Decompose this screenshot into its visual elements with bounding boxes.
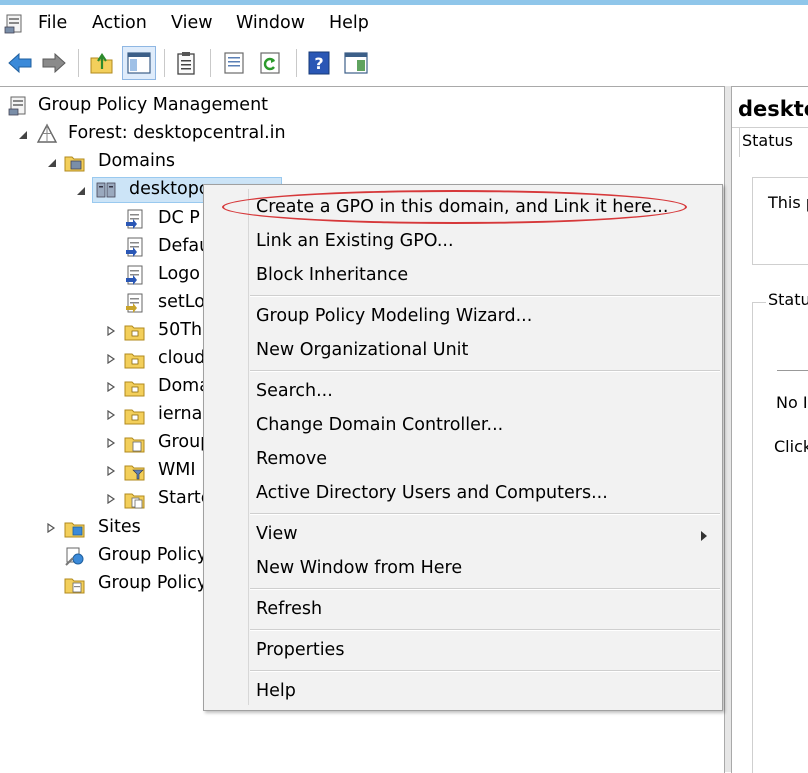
submenu-arrow-icon bbox=[701, 531, 707, 541]
menu-item-properties[interactable]: Properties bbox=[256, 640, 344, 660]
gpo-link-icon bbox=[126, 265, 143, 285]
tree-node-label: 50Th bbox=[158, 320, 203, 340]
tab-status-label: Status bbox=[742, 131, 793, 150]
menu-help[interactable]: Help bbox=[329, 13, 369, 33]
tree-node-label: Group Policy bbox=[98, 573, 208, 593]
export-list-icon[interactable] bbox=[220, 49, 248, 77]
tree-node-label: Logo bbox=[158, 264, 200, 284]
toolbar-separator bbox=[210, 49, 211, 77]
menu-separator-highlight bbox=[250, 630, 720, 631]
tree-node-label: Forest: desktopcentral.in bbox=[68, 123, 286, 143]
menu-separator-highlight bbox=[250, 589, 720, 590]
svg-text:?: ? bbox=[314, 54, 323, 73]
menu-item-change-dc[interactable]: Change Domain Controller... bbox=[256, 415, 503, 435]
forest-icon bbox=[36, 123, 58, 143]
collapse-triangle-icon[interactable] bbox=[47, 158, 57, 168]
gp-modeling-icon bbox=[65, 547, 84, 566]
toolbar-separator bbox=[296, 49, 297, 77]
status-divider bbox=[777, 370, 808, 371]
ou-folder-icon bbox=[124, 409, 145, 425]
toolbar-separator bbox=[164, 49, 165, 77]
sites-folder-icon bbox=[64, 522, 85, 538]
menu-item-new-window[interactable]: New Window from Here bbox=[256, 558, 462, 578]
menu-file[interactable]: File bbox=[38, 13, 67, 33]
expand-triangle-icon[interactable] bbox=[106, 494, 116, 504]
menu-item-view[interactable]: View bbox=[256, 524, 298, 544]
status-line-1: No I bbox=[776, 393, 808, 412]
menu-separator-highlight bbox=[250, 514, 720, 515]
menu-item-new-ou[interactable]: New Organizational Unit bbox=[256, 340, 468, 360]
show-hide-tree-icon[interactable] bbox=[125, 49, 153, 77]
info-text: This p bbox=[768, 193, 808, 212]
gpo-link-icon bbox=[126, 209, 143, 229]
ou-folder-icon bbox=[124, 353, 145, 369]
domains-folder-icon bbox=[64, 156, 85, 172]
tree-node-label: iernal bbox=[158, 404, 208, 424]
expand-triangle-icon[interactable] bbox=[106, 382, 116, 392]
gpm-root-icon bbox=[8, 96, 26, 116]
details-panel: deskto Status This p Status No I Click bbox=[731, 86, 808, 773]
menu-separator-highlight bbox=[250, 371, 720, 372]
tree-node-label: DC P bbox=[158, 208, 200, 228]
gpo-link-icon bbox=[126, 293, 143, 313]
info-box bbox=[752, 177, 808, 265]
status-group bbox=[752, 302, 808, 773]
tree-node-label: Domains bbox=[98, 151, 176, 171]
back-arrow-icon[interactable] bbox=[6, 49, 34, 77]
starter-gpo-folder-icon bbox=[124, 493, 145, 509]
menu-separator-highlight bbox=[250, 296, 720, 297]
status-line-2: Click bbox=[774, 437, 808, 456]
toolbar-separator bbox=[78, 49, 79, 77]
menu-bar: File Action View Window Help bbox=[0, 5, 808, 41]
menu-view[interactable]: View bbox=[171, 13, 213, 33]
domain-icon bbox=[96, 182, 116, 198]
annotation-highlight-ellipse bbox=[222, 190, 687, 224]
tree-node-label: WMI bbox=[158, 460, 196, 480]
gpm-app-icon bbox=[4, 14, 22, 34]
menu-item-aduc[interactable]: Active Directory Users and Computers... bbox=[256, 483, 608, 503]
expand-triangle-icon[interactable] bbox=[106, 410, 116, 420]
menu-item-search[interactable]: Search... bbox=[256, 381, 333, 401]
properties-icon[interactable] bbox=[342, 49, 370, 77]
refresh-icon[interactable] bbox=[256, 49, 284, 77]
expand-triangle-icon[interactable] bbox=[106, 326, 116, 336]
menu-action[interactable]: Action bbox=[92, 13, 147, 33]
collapse-triangle-icon[interactable] bbox=[18, 130, 28, 140]
menu-item-block-inheritance[interactable]: Block Inheritance bbox=[256, 265, 408, 285]
expand-triangle-icon[interactable] bbox=[106, 354, 116, 364]
expand-triangle-icon[interactable] bbox=[106, 438, 116, 448]
tree-node-label: cloud bbox=[158, 348, 206, 368]
forward-arrow-icon[interactable] bbox=[40, 49, 68, 77]
clipboard-icon[interactable] bbox=[172, 49, 200, 77]
gpo-folder-icon bbox=[124, 437, 145, 453]
tree-node-label: Group Policy Management bbox=[38, 95, 269, 115]
help-icon[interactable]: ? bbox=[305, 49, 333, 77]
ou-folder-icon bbox=[124, 325, 145, 341]
menu-item-help[interactable]: Help bbox=[256, 681, 296, 701]
up-folder-icon[interactable] bbox=[88, 49, 116, 77]
tree-node-label: desktopc bbox=[129, 179, 209, 199]
ou-folder-icon bbox=[124, 381, 145, 397]
context-menu-gutter bbox=[248, 189, 249, 705]
collapse-triangle-icon[interactable] bbox=[76, 186, 86, 196]
expand-triangle-icon[interactable] bbox=[46, 523, 56, 533]
tree-node-label: Sites bbox=[98, 517, 141, 537]
toolbar: ? bbox=[0, 41, 808, 86]
status-group-label: Status bbox=[766, 290, 808, 309]
tree-node-label: setLo bbox=[158, 292, 205, 312]
gp-results-folder-icon bbox=[64, 578, 85, 594]
menu-window[interactable]: Window bbox=[236, 13, 305, 33]
menu-item-link-existing-gpo[interactable]: Link an Existing GPO... bbox=[256, 231, 454, 251]
menu-separator-highlight bbox=[250, 671, 720, 672]
menu-item-refresh[interactable]: Refresh bbox=[256, 599, 322, 619]
details-title: deskto bbox=[738, 97, 808, 121]
expand-triangle-icon[interactable] bbox=[106, 466, 116, 476]
gpo-link-icon bbox=[126, 237, 143, 257]
tree-node-label: Group Policy bbox=[98, 545, 208, 565]
context-menu: Create a GPO in this domain, and Link it… bbox=[203, 184, 723, 711]
menu-item-remove[interactable]: Remove bbox=[256, 449, 327, 469]
wmi-filter-folder-icon bbox=[124, 465, 145, 481]
menu-item-modeling-wizard[interactable]: Group Policy Modeling Wizard... bbox=[256, 306, 532, 326]
